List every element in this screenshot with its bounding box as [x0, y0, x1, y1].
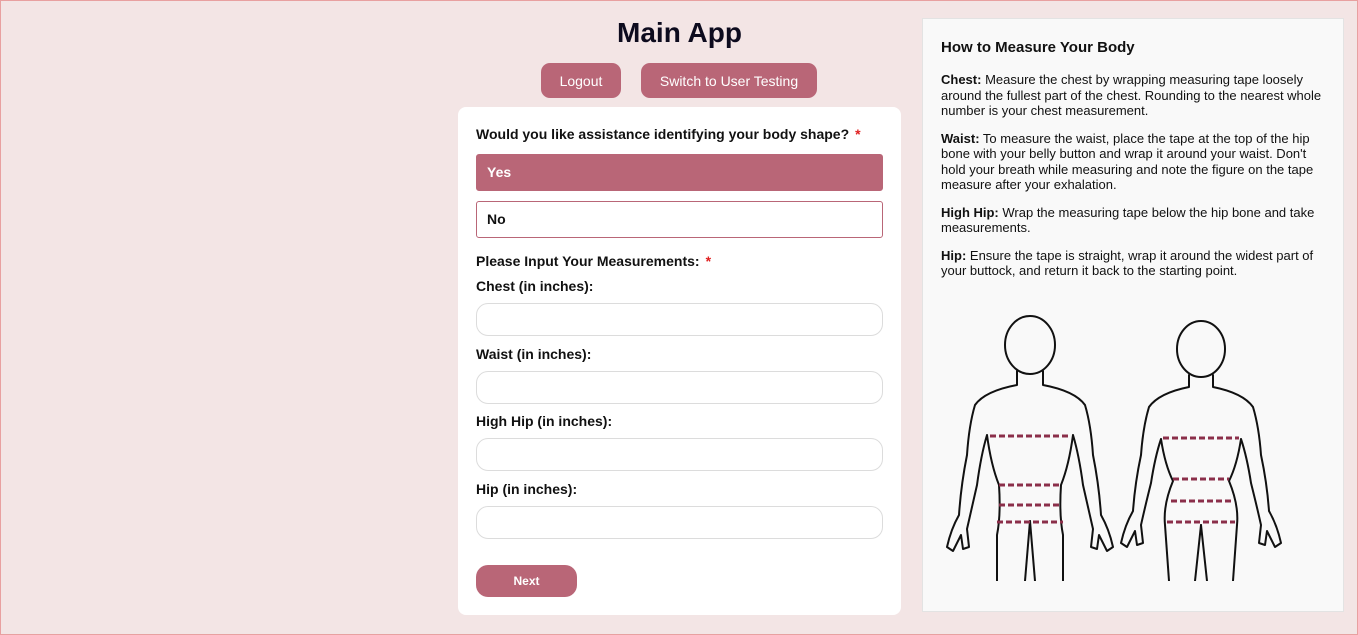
required-marker: * — [705, 253, 712, 269]
measurement-guide-panel: How to Measure Your Body Chest: Measure … — [922, 18, 1344, 612]
measurement-form: Would you like assistance identifying yo… — [458, 107, 901, 615]
hip-input[interactable] — [476, 506, 883, 539]
logout-button[interactable]: Logout — [541, 63, 621, 98]
guide-hip-desc: Ensure the tape is straight, wrap it aro… — [941, 247, 1314, 279]
guide-waist-desc: To measure the waist, place the tape at … — [941, 130, 1314, 193]
high-hip-label: High Hip (in inches): — [476, 413, 613, 429]
female-figure-icon — [1120, 320, 1282, 581]
chest-label: Chest (in inches): — [476, 278, 594, 294]
body-measurement-illustration — [946, 315, 1282, 581]
guide-high-hip-term: High Hip: — [941, 204, 999, 220]
required-marker: * — [855, 126, 861, 142]
high-hip-input[interactable] — [476, 438, 883, 471]
page-title: Main App — [617, 17, 742, 48]
guide-chest-desc: Measure the chest by wrapping measuring … — [941, 72, 1322, 118]
body-shape-question-text: Would you like assistance identifying yo… — [476, 126, 850, 142]
male-figure-icon — [946, 315, 1114, 581]
guide-high-hip-text: High Hip: Wrap the measuring tape below … — [941, 205, 1325, 236]
guide-chest-term: Chest: — [941, 72, 982, 87]
next-button[interactable]: Next — [476, 565, 577, 597]
guide-chest-text: Chest: Measure the chest by wrapping mea… — [941, 72, 1325, 119]
measurements-heading-text: Please Input Your Measurements: — [476, 253, 700, 269]
guide-waist-text: Waist: To measure the waist, place the t… — [941, 131, 1325, 193]
option-no[interactable]: No — [476, 201, 883, 238]
hip-label: Hip (in inches): — [476, 481, 578, 497]
male-measure-lines — [990, 434, 1071, 524]
guide-hip-text: Hip: Ensure the tape is straight, wrap i… — [941, 248, 1325, 279]
guide-title: How to Measure Your Body — [941, 39, 1135, 56]
waist-label: Waist (in inches): — [476, 346, 592, 362]
waist-input[interactable] — [476, 371, 883, 404]
body-shape-question: Would you like assistance identifying yo… — [476, 126, 861, 142]
option-yes[interactable]: Yes — [476, 154, 883, 191]
switch-to-user-testing-button[interactable]: Switch to User Testing — [641, 63, 817, 98]
guide-hip-term: Hip: — [941, 247, 967, 263]
female-measure-lines — [1163, 436, 1239, 524]
chest-input[interactable] — [476, 303, 883, 336]
guide-waist-term: Waist: — [941, 130, 980, 146]
measurements-heading: Please Input Your Measurements: * — [476, 253, 711, 269]
